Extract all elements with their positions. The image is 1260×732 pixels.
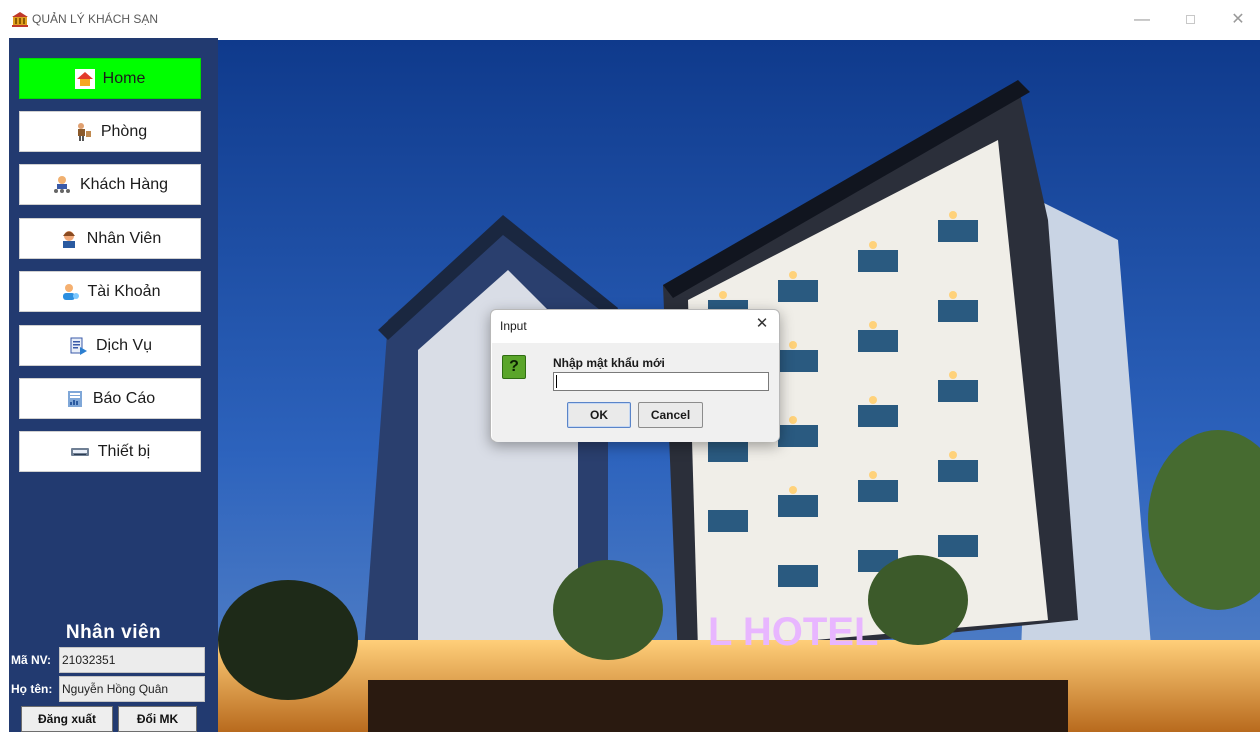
report-icon xyxy=(67,390,82,407)
home-icon xyxy=(74,68,95,89)
input-dialog: Input ✕ ? Nhập mật khẩu mới OK Cancel xyxy=(490,309,780,442)
nav-account-button[interactable]: Tài Khoản xyxy=(19,271,201,312)
question-icon: ? xyxy=(502,355,526,379)
employee-name-label: Họ tên: xyxy=(11,682,53,696)
employee-id-field: 21032351 xyxy=(59,647,205,673)
employee-id-label: Mã NV: xyxy=(11,653,52,667)
device-icon xyxy=(70,447,89,456)
window-title: QUẢN LÝ KHÁCH SẠN xyxy=(32,12,159,26)
new-password-input[interactable] xyxy=(553,372,769,391)
nav-reports-label: Báo Cáo xyxy=(92,389,156,407)
close-window-button[interactable]: ✕ xyxy=(1218,8,1258,32)
text-caret xyxy=(556,375,557,388)
nav-devices-label: Thiết bị xyxy=(97,442,151,460)
maximize-button[interactable] xyxy=(1170,8,1210,32)
nav-home-label: Home xyxy=(102,69,146,87)
staff-icon xyxy=(62,230,75,248)
sidebar: Home Phòng Khách Hàng Nhân Viên Tài Khoả… xyxy=(9,38,218,732)
logout-button[interactable]: Đăng xuất xyxy=(21,706,113,732)
nav-services-button[interactable]: Dịch Vụ xyxy=(19,325,201,366)
nav-rooms-label: Phòng xyxy=(100,122,148,140)
dialog-body: ? Nhập mật khẩu mới OK Cancel xyxy=(492,343,779,442)
ok-button[interactable]: OK xyxy=(567,402,631,428)
dialog-title: Input xyxy=(500,319,527,333)
employee-section-title: Nhân viên xyxy=(65,622,162,643)
nav-rooms-button[interactable]: Phòng xyxy=(19,111,201,152)
customers-icon xyxy=(53,175,70,193)
nav-customers-label: Khách Hàng xyxy=(79,175,169,193)
service-icon xyxy=(70,337,87,355)
nav-staff-button[interactable]: Nhân Viên xyxy=(19,218,201,259)
nav-services-label: Dịch Vụ xyxy=(95,336,153,354)
nav-home-button[interactable]: Home xyxy=(19,58,201,99)
dialog-close-button[interactable]: ✕ xyxy=(753,315,771,333)
nav-account-label: Tài Khoản xyxy=(87,282,161,300)
nav-staff-label: Nhân Viên xyxy=(86,229,162,247)
nav-customers-button[interactable]: Khách Hàng xyxy=(19,164,201,205)
minimize-button[interactable]: — xyxy=(1122,8,1162,32)
employee-name-field: Nguyễn Hồng Quân xyxy=(59,676,205,702)
bellboy-icon xyxy=(77,122,91,141)
maximize-icon xyxy=(1185,15,1195,24)
nav-devices-button[interactable]: Thiết bị xyxy=(19,431,201,472)
user-account-icon xyxy=(62,283,79,300)
hotel-app-icon xyxy=(12,12,28,27)
dialog-message: Nhập mật khẩu mới xyxy=(553,356,665,370)
change-password-button[interactable]: Đổi MK xyxy=(118,706,197,732)
cancel-button[interactable]: Cancel xyxy=(638,402,703,428)
nav-reports-button[interactable]: Báo Cáo xyxy=(19,378,201,419)
title-bar: QUẢN LÝ KHÁCH SẠN — ✕ xyxy=(0,0,1260,40)
hotel-sign: L HOTEL xyxy=(708,610,878,654)
